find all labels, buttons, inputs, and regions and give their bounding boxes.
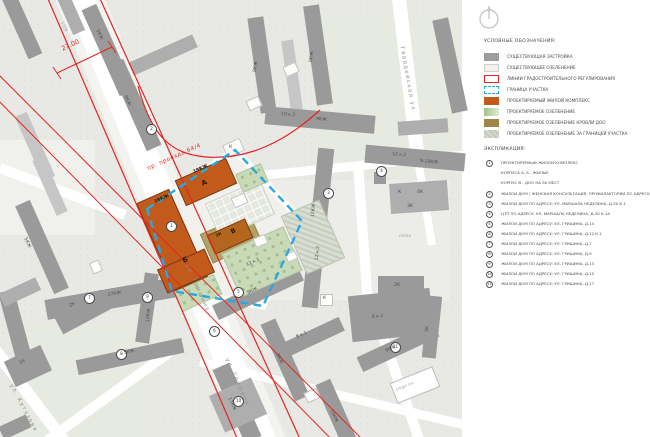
explication-text: ЖИЛОЙ ДОМ ПО АДРЕСУ: УЛ. ГРИШИНА, Д.12 К… [501, 232, 602, 236]
legend-item: ПРОЕКТИРУЕМОЕ ОЗЕЛЕНЕНИЕ КРОВЛИ ДОО [484, 119, 606, 127]
plot-marker-3: 3 [323, 188, 334, 199]
explication-text: ЖИЛОЙ ДОМ ПО АДРЕСУ: УЛ. ГРИШИНА, Д.13 [501, 262, 594, 266]
swatch-existing-greenery [484, 64, 499, 72]
legend-item-label: СУЩЕСТВУЮЩАЯ ЗАСТРОЙКА [507, 55, 573, 59]
building-label: 2К [394, 284, 400, 289]
legend-item-label: СУЩЕСТВУЮЩЕЕ ОЗЕЛЕНЕНИЕ [507, 66, 575, 70]
dimension-tick [53, 67, 61, 79]
explication-number: 6 [486, 231, 493, 238]
explication-number: 5 [486, 221, 493, 228]
explication-text: ЖИЛОЙ ДОМ / ЖЕНСКАЯ КОНСУЛЬТАЦИЯ, ПРОФИЛ… [501, 192, 650, 196]
explication-row: 9 ЖИЛОЙ ДОМ ПО АДРЕСУ: УЛ. ГРИШИНА, Д.13 [486, 260, 594, 268]
swatch-projected-greenery [484, 108, 499, 116]
swatch-projected-greenery-outside [484, 130, 499, 138]
explication-row: 3 ЖИЛОЙ ДОМ ПО АДРЕСУ: УЛ. МАРШАЛА НЕДЕЛ… [486, 200, 626, 208]
building-label: К [323, 297, 326, 302]
legend-item-label: ПРОЕКТИРУЕМОЕ ОЗЕЛЕНЕНИЕ ЗА ГРАНИЦЕЙ УЧА… [507, 132, 627, 136]
explication-number: 10 [486, 271, 493, 278]
swatch-projected-roof-greenery [484, 119, 499, 127]
legend-item: СУЩЕСТВУЮЩАЯ ЗАСТРОЙКА [484, 53, 573, 61]
explication-row: КОРПУСА А, Б - ЖИЛЫЕ [486, 169, 549, 177]
explication-number: 4 [486, 211, 493, 218]
explication-text: ПРОЕКТИРУЕМЫЙ ЖИЛОЙ КОМПЛЕКС [501, 161, 578, 165]
swatch-projected-complex [484, 97, 499, 105]
legend-title: УСЛОВНЫЕ ОБОЗНАЧЕНИЯ: [484, 40, 556, 45]
explication-text: ЖИЛОЙ ДОМ ПО АДРЕСУ: УЛ. ГРИШИНА, Д.7 [501, 242, 592, 246]
dimension-tick [108, 41, 116, 53]
explication-text: ЖИЛОЙ ДОМ ПО АДРЕСУ: УЛ. МАРШАЛА НЕДЕЛИН… [501, 202, 626, 206]
explication-text: ЖИЛОЙ ДОМ ПО АДРЕСУ: УЛ. ГРИШИНА, Д.14 [501, 222, 594, 226]
map-area: ул. Гришина ул. Гришина Гвардейская ул. … [0, 0, 462, 437]
legend-item-label: ЛИНИИ ГРАДОСТРОИТЕЛЬНОГО РЕГУЛИРОВАНИЯ [507, 77, 615, 81]
legend-item: ГРАНИЦА УЧАСТКА [484, 86, 548, 94]
legend-item-label: ПРОЕКТИРУЕМОЕ ОЗЕЛЕНЕНИЕ КРОВЛИ ДОО [507, 121, 606, 125]
explication-text: ЖИЛОЙ ДОМ ПО АДРЕСУ: УЛ. ГРИШИНА, Д.17 [501, 282, 594, 286]
explication-row: 4 ЦТП ПО АДРЕСУ: УЛ. МАРШАЛА НЕДЕЛИНА, Д… [486, 210, 610, 218]
explication-number: 8 [486, 251, 493, 258]
building-label: 4К [417, 191, 423, 196]
explication-text: ЖИЛОЙ ДОМ ПО АДРЕСУ: УЛ. ГРИШИНА, Д.15 [501, 272, 594, 276]
explication-number-spacer [486, 180, 493, 187]
explication-row: 6 ЖИЛОЙ ДОМ ПО АДРЕСУ: УЛ. ГРИШИНА, Д.12… [486, 230, 602, 238]
swatch-regulation-lines [484, 75, 499, 83]
explication-row: 7 ЖИЛОЙ ДОМ ПО АДРЕСУ: УЛ. ГРИШИНА, Д.7 [486, 240, 592, 248]
plot-marker-1: 1 [166, 221, 177, 232]
explication-text: КОРПУСА А, Б - ЖИЛЫЕ [501, 171, 549, 175]
explication-row: 1 ПРОЕКТИРУЕМЫЙ ЖИЛОЙ КОМПЛЕКС [486, 159, 578, 167]
explication-number: 7 [486, 241, 493, 248]
explication-row: 8 ЖИЛОЙ ДОМ ПО АДРЕСУ: УЛ. ГРИШИНА, Д.9 [486, 250, 592, 258]
legend-item: ПРОЕКТИРУЕМЫЙ ЖИЛОЙ КОМПЛЕКС [484, 97, 590, 105]
building-label: 9КЖ [316, 118, 327, 123]
plot-marker-6: 6 [209, 326, 220, 337]
explication-text: ЖИЛОЙ ДОМ ПО АДРЕСУ: УЛ. ГРИШИНА, Д.9 [501, 252, 592, 256]
plot-marker-7: 7 [84, 293, 95, 304]
plot-marker-5: 5 [233, 287, 244, 298]
site-plan-page: ул. Гришина ул. Гришина Гвардейская ул. … [0, 0, 650, 437]
regulation-line [97, 0, 305, 437]
legend-item: ПРОЕКТИРУЕМОЕ ОЗЕЛЕНЕНИЕ [484, 108, 575, 116]
explication-text: ЦТП ПО АДРЕСУ: УЛ. МАРШАЛА НЕДЕЛИНА, Д.3… [501, 212, 610, 216]
explication-row: КОРПУС В - ДОО НА 50 МЕСТ [486, 179, 559, 187]
plot-marker-9: 9 [142, 292, 153, 303]
legend-item: ПРОЕКТИРУЕМОЕ ОЗЕЛЕНЕНИЕ ЗА ГРАНИЦЕЙ УЧА… [484, 130, 627, 138]
explication-number-spacer [486, 170, 493, 177]
explication-row: 10 ЖИЛОЙ ДОМ ПО АДРЕСУ: УЛ. ГРИШИНА, Д.1… [486, 270, 594, 278]
regulation-line [0, 70, 368, 437]
explication-row: 11 ЖИЛОЙ ДОМ ПО АДРЕСУ: УЛ. ГРИШИНА, Д.1… [486, 280, 594, 288]
building-label: сетка [399, 234, 411, 238]
explication-row: 2 ЖИЛОЙ ДОМ / ЖЕНСКАЯ КОНСУЛЬТАЦИЯ, ПРОФ… [486, 190, 650, 198]
legend-item-label: ПРОЕКТИРУЕМОЕ ОЗЕЛЕНЕНИЕ [507, 110, 575, 114]
legend-item-label: ПРОЕКТИРУЕМЫЙ ЖИЛОЙ КОМПЛЕКС [507, 99, 590, 103]
explication-number: 2 [486, 191, 493, 198]
legend-item: СУЩЕСТВУЮЩЕЕ ОЗЕЛЕНЕНИЕ [484, 64, 575, 72]
explication-text: КОРПУС В - ДОО НА 50 МЕСТ [501, 181, 559, 185]
explication-number: 9 [486, 261, 493, 268]
building-label: 3К [407, 205, 413, 210]
regulation-line [45, 0, 243, 437]
regulation-line [0, 96, 340, 437]
north-arrow-icon [476, 4, 502, 30]
explication-number: 3 [486, 201, 493, 208]
explication-number: 1 [486, 160, 493, 167]
explication-number: 11 [486, 281, 493, 288]
building-label: К [398, 191, 401, 196]
swatch-existing-buildings [484, 53, 499, 61]
plot-marker-4: 4 [376, 166, 387, 177]
legend-item: ЛИНИИ ГРАДОСТРОИТЕЛЬНОГО РЕГУЛИРОВАНИЯ [484, 75, 615, 83]
building-label: К [229, 146, 232, 151]
explication-row: 5 ЖИЛОЙ ДОМ ПО АДРЕСУ: УЛ. ГРИШИНА, Д.14 [486, 220, 594, 228]
legend-panel: УСЛОВНЫЕ ОБОЗНАЧЕНИЯ: СУЩЕСТВУЮЩАЯ ЗАСТР… [462, 0, 650, 437]
swatch-site-boundary [484, 86, 499, 94]
legend-item-label: ГРАНИЦА УЧАСТКА [507, 88, 548, 92]
explication-title: ЭКСПЛИКАЦИЯ: [484, 148, 526, 153]
plot-marker-2: 2 [146, 124, 157, 135]
